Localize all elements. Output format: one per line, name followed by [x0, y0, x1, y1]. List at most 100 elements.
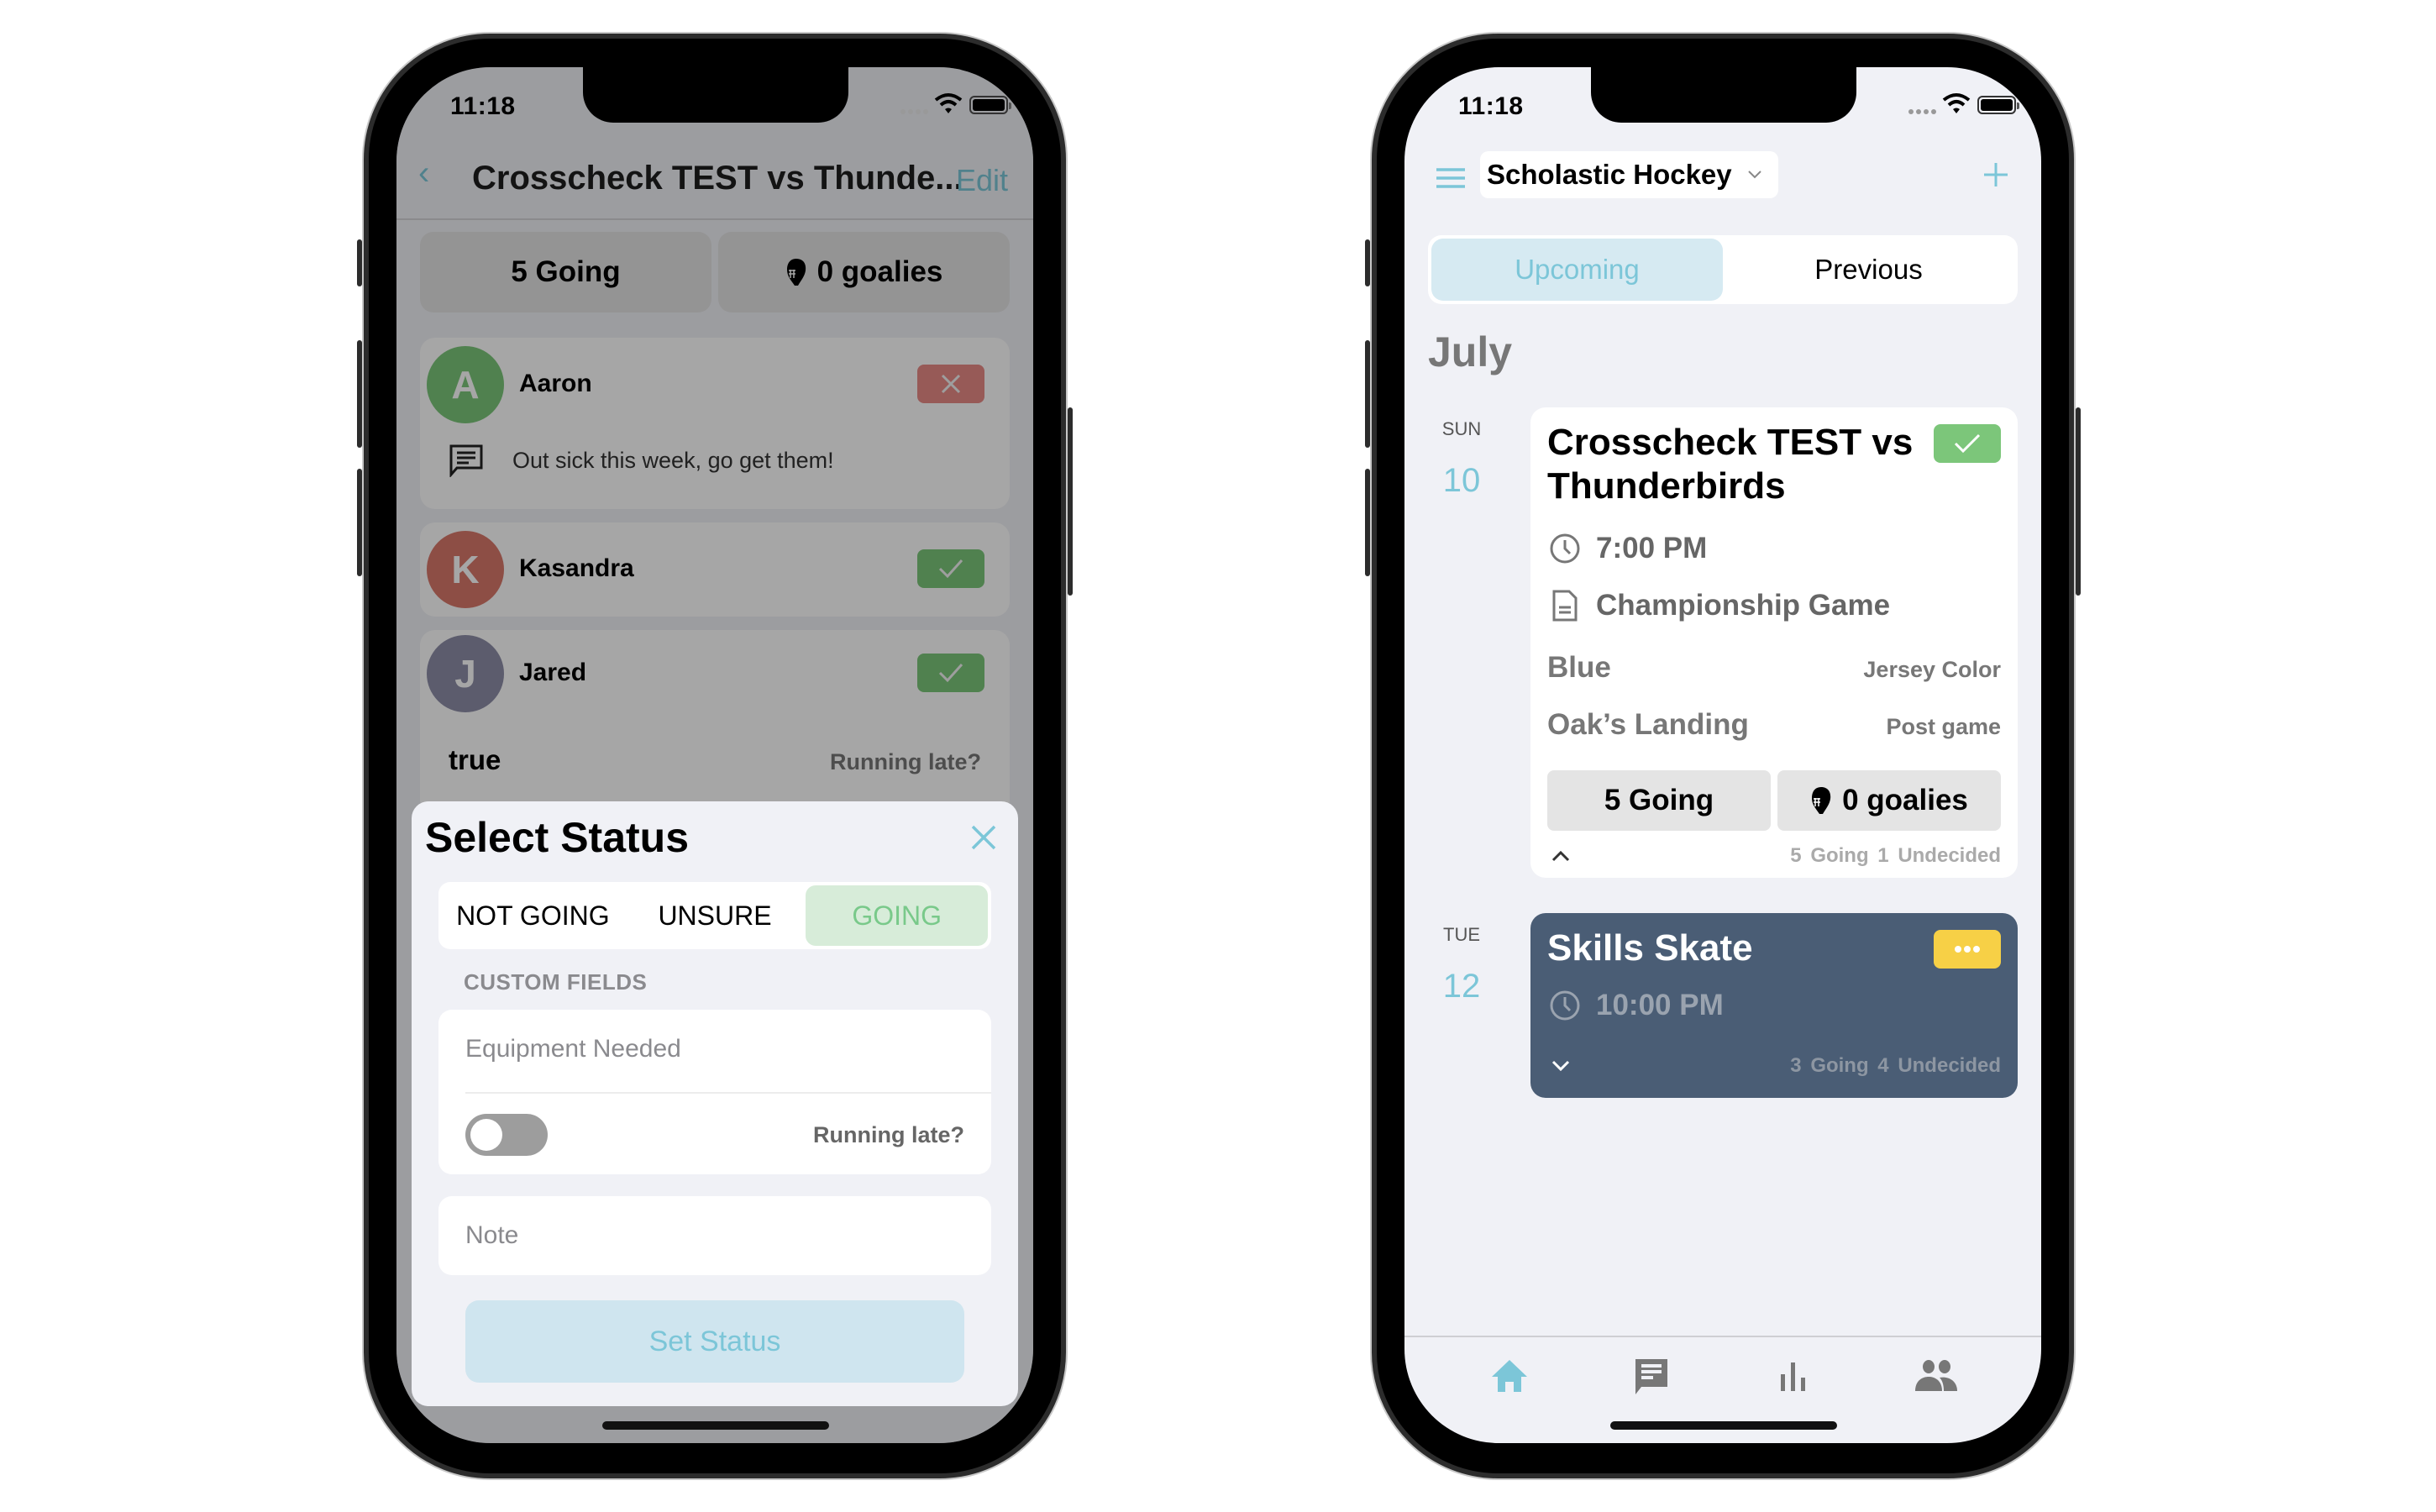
sheet-title: Select Status [425, 814, 690, 861]
clock-icon [1550, 990, 1580, 1021]
tab-previous[interactable]: Previous [1723, 239, 2014, 301]
volume-down-button [357, 469, 362, 576]
tab-chat[interactable] [1626, 1352, 1677, 1399]
event-time-row: 7:00 PM [1549, 532, 1707, 565]
cellular-signal-icon [1908, 109, 1936, 114]
chevron-down-icon[interactable] [1551, 1059, 1571, 1073]
home-indicator[interactable] [602, 1421, 829, 1430]
custom-field-row: Blue Jersey Color [1547, 651, 2001, 685]
event-description-row: Championship Game [1549, 589, 1890, 622]
left-phone: 11:18 ‹ Crosscheck TEST vs Thunde... Edi… [357, 34, 1073, 1478]
mute-switch [357, 239, 362, 286]
status-option-unsure[interactable]: UNSURE [624, 885, 806, 946]
cellular-signal-icon [900, 109, 928, 114]
custom-field-label: Jersey Color [1863, 657, 2001, 682]
notch [1591, 67, 1856, 123]
clock-icon [1550, 533, 1580, 564]
note-placeholder: Note [465, 1221, 519, 1249]
month-header: July [1428, 328, 1513, 375]
going-count-button[interactable]: 5 Going [1547, 770, 1771, 831]
custom-field-value: Blue [1547, 651, 1611, 684]
day-of-week: SUN [1441, 418, 1482, 439]
status-time: 11:18 [1458, 92, 1524, 120]
event-footer: 5 Going 1 Undecided [1551, 844, 2001, 868]
event-footer: 3 Going 4 Undecided [1551, 1054, 2001, 1078]
event-time-row: 10:00 PM [1549, 989, 1724, 1022]
status-option-going[interactable]: GOING [806, 885, 989, 946]
home-icon [1491, 1360, 1527, 1392]
event-card[interactable]: Crosscheck TEST vs Thunderbirds 7:00 PM … [1530, 407, 2018, 878]
custom-fields-label: CUSTOM FIELDS [464, 969, 648, 995]
event-time: 10:00 PM [1596, 989, 1724, 1021]
chevron-up-icon[interactable] [1551, 849, 1571, 863]
event-description: Championship Game [1596, 589, 1891, 622]
event-card[interactable]: Skills Skate 10:00 PM 3 Going 4 Undecide… [1530, 913, 2018, 1098]
schedule-tabs: Upcoming Previous [1428, 235, 2018, 304]
wifi-icon [1942, 93, 1971, 113]
close-icon[interactable] [968, 822, 1000, 853]
rsvp-counts: 3 Going 4 Undecided [1790, 1054, 2001, 1077]
day-of-week: TUE [1443, 924, 1480, 945]
status-time: 11:18 [450, 92, 516, 120]
equipment-needed-input[interactable]: Equipment Needed [465, 1035, 681, 1063]
chat-icon [1635, 1359, 1668, 1394]
status-option-not-going[interactable]: NOT GOING [442, 885, 624, 946]
custom-fields-group: Equipment Needed Running late? [438, 1010, 991, 1174]
battery-icon [969, 96, 1011, 114]
plus-icon[interactable] [1982, 161, 2009, 188]
people-icon [1915, 1360, 1958, 1391]
goalie-mask-icon [1812, 787, 1831, 814]
rsvp-unsure-badge[interactable] [1934, 930, 2001, 969]
note-input[interactable]: Note [438, 1196, 991, 1275]
chevron-down-icon [1747, 171, 1761, 179]
status-segmented-control: NOT GOING UNSURE GOING [438, 882, 991, 949]
schedule-screen: 11:18 Scholastic Hockey Upcoming Previou… [1404, 67, 2041, 1443]
tab-team[interactable] [1911, 1352, 1961, 1399]
more-dots-icon [1955, 946, 1980, 953]
team-selector[interactable]: Scholastic Hockey [1480, 151, 1778, 198]
select-status-sheet: Select Status NOT GOING UNSURE GOING CUS… [412, 801, 1018, 1406]
home-indicator[interactable] [1610, 1421, 1837, 1430]
checkmark-icon [1954, 433, 1981, 454]
day-of-month: 10 [1442, 462, 1481, 499]
custom-field-value: Oak’s Landing [1547, 708, 1749, 741]
custom-field-row: Oak’s Landing Post game [1547, 708, 2001, 742]
volume-up-button [1365, 340, 1370, 448]
going-count: 5 Going [1604, 784, 1714, 816]
attendance-summary: 5 Going 0 goalies [1547, 770, 2001, 831]
tab-upcoming[interactable]: Upcoming [1431, 239, 1723, 301]
team-name: Scholastic Hockey [1487, 159, 1732, 190]
goalies-count-button[interactable]: 0 goalies [1777, 770, 2001, 831]
rsvp-going-badge[interactable] [1934, 424, 2001, 463]
notch [583, 67, 848, 123]
goalies-count: 0 goalies [1842, 784, 1968, 816]
mute-switch [1365, 239, 1370, 286]
set-status-button[interactable]: Set Status [465, 1300, 964, 1383]
volume-up-button [357, 340, 362, 448]
tab-stats[interactable] [1769, 1352, 1819, 1399]
hamburger-menu-icon[interactable] [1435, 166, 1467, 190]
power-button [2076, 407, 2081, 596]
running-late-label: Running late? [813, 1122, 964, 1147]
event-date: SUN 10 [1428, 418, 1495, 500]
volume-down-button [1365, 469, 1370, 576]
tab-home[interactable] [1484, 1352, 1535, 1399]
battery-icon [1977, 96, 2019, 114]
custom-field-label: Post game [1886, 714, 2001, 739]
bar-chart-icon [1780, 1362, 1805, 1391]
rsvp-counts: 5 Going 1 Undecided [1790, 844, 2001, 867]
day-of-month: 12 [1442, 968, 1481, 1005]
wifi-icon [934, 93, 963, 113]
power-button [1068, 407, 1073, 596]
event-title: Crosscheck TEST vs Thunderbirds [1547, 422, 1914, 507]
running-late-toggle[interactable] [465, 1114, 548, 1156]
tab-bar-divider [1404, 1336, 2041, 1337]
divider [465, 1092, 991, 1094]
right-phone: 11:18 Scholastic Hockey Upcoming Previou… [1365, 34, 2081, 1478]
document-icon [1552, 590, 1578, 622]
event-detail-screen: 11:18 ‹ Crosscheck TEST vs Thunde... Edi… [396, 67, 1033, 1443]
event-time: 7:00 PM [1596, 532, 1708, 564]
bottom-tab-bar [1404, 1352, 2041, 1403]
event-title: Skills Skate [1547, 927, 1753, 969]
event-date: TUE 12 [1428, 924, 1495, 1005]
